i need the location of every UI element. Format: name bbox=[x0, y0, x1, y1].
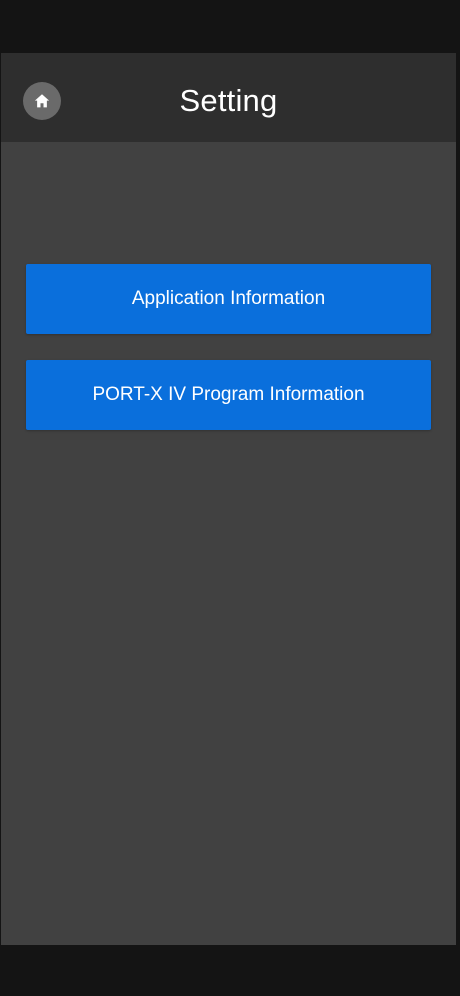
navigation-bar bbox=[0, 945, 460, 996]
settings-page: Setting Application Information PORT-X I… bbox=[1, 53, 459, 945]
header-bar: Setting bbox=[1, 53, 456, 142]
home-button[interactable] bbox=[23, 82, 61, 120]
application-information-button[interactable]: Application Information bbox=[26, 264, 431, 334]
status-bar bbox=[0, 0, 460, 53]
phone-screen: Setting Application Information PORT-X I… bbox=[0, 0, 460, 996]
page-title: Setting bbox=[179, 83, 278, 118]
home-icon bbox=[34, 94, 50, 108]
program-information-label: PORT-X IV Program Information bbox=[92, 384, 365, 405]
application-information-label: Application Information bbox=[131, 288, 326, 309]
program-information-button[interactable]: PORT-X IV Program Information bbox=[26, 360, 431, 430]
